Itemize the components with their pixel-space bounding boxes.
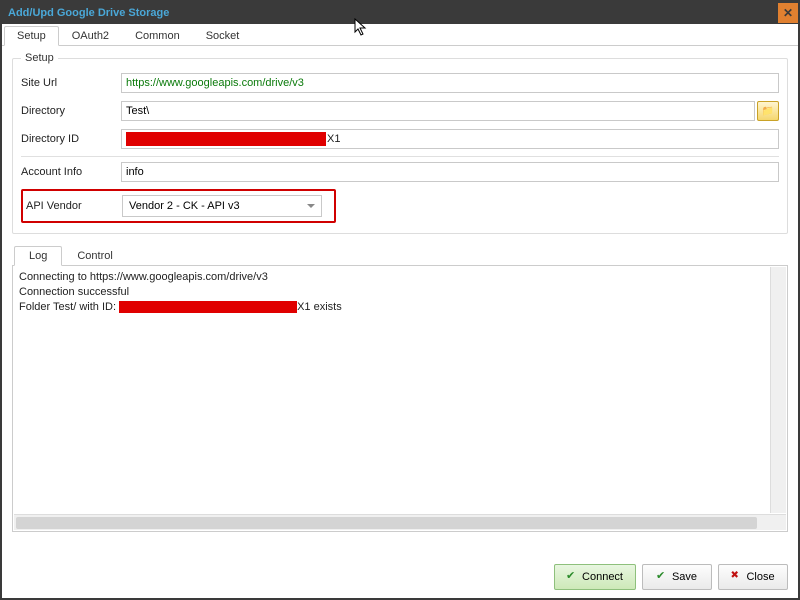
log-text: Folder Test/ with ID: (19, 301, 119, 313)
main-tabbar: Setup OAuth2 Common Socket (2, 24, 798, 46)
directory-id-suffix: X1 (327, 133, 340, 145)
save-button[interactable]: Save (642, 564, 712, 590)
log-line: Connecting to https://www.googleapis.com… (19, 270, 781, 285)
directory-label: Directory (21, 105, 121, 117)
setup-legend: Setup (21, 52, 58, 64)
tab-oauth2[interactable]: OAuth2 (59, 26, 122, 45)
tab-setup[interactable]: Setup (4, 26, 59, 46)
close-icon (731, 572, 741, 582)
sub-tabbar: Log Control (12, 244, 788, 266)
log-text: X1 exists (297, 301, 342, 313)
save-label: Save (672, 571, 697, 583)
log-line: Connection successful (19, 285, 781, 300)
window-title: Add/Upd Google Drive Storage (8, 7, 169, 19)
setup-fieldset: Setup Site Url Directory 📁 Directory ID … (12, 52, 788, 234)
horizontal-scrollbar[interactable] (14, 514, 786, 530)
check-icon (567, 572, 577, 582)
content-area: Setup Site Url Directory 📁 Directory ID … (2, 46, 798, 532)
close-icon: ✕ (783, 6, 793, 20)
subtab-log[interactable]: Log (14, 246, 62, 266)
close-label: Close (746, 571, 774, 583)
vertical-scrollbar[interactable] (770, 267, 786, 513)
api-vendor-select[interactable]: Vendor 2 - CK - API v3 (122, 195, 322, 217)
site-url-input[interactable] (121, 73, 779, 93)
directory-id-input[interactable]: X1 (121, 129, 779, 149)
directory-input[interactable] (121, 101, 755, 121)
button-row: Connect Save Close (554, 564, 788, 590)
tab-socket[interactable]: Socket (193, 26, 253, 45)
api-vendor-label: API Vendor (26, 200, 122, 212)
api-vendor-value: Vendor 2 - CK - API v3 (129, 200, 240, 212)
account-info-label: Account Info (21, 166, 121, 178)
log-area: Connecting to https://www.googleapis.com… (12, 266, 788, 532)
redacted-block (126, 132, 326, 146)
connect-button[interactable]: Connect (554, 564, 636, 590)
divider (21, 156, 779, 157)
close-button[interactable]: Close (718, 564, 788, 590)
titlebar: Add/Upd Google Drive Storage ✕ (2, 2, 798, 24)
connect-label: Connect (582, 571, 623, 583)
site-url-label: Site Url (21, 77, 121, 89)
window-close-button[interactable]: ✕ (778, 3, 798, 23)
redacted-block (119, 301, 297, 313)
account-info-input[interactable] (121, 162, 779, 182)
api-vendor-row: API Vendor Vendor 2 - CK - API v3 (21, 189, 336, 223)
subtab-control[interactable]: Control (62, 246, 127, 265)
folder-icon: 📁 (762, 106, 774, 117)
browse-folder-button[interactable]: 📁 (757, 101, 779, 121)
log-line: Folder Test/ with ID: X1 exists (19, 300, 781, 315)
chevron-down-icon (307, 204, 315, 208)
tab-common[interactable]: Common (122, 26, 193, 45)
check-icon (657, 572, 667, 582)
directory-id-label: Directory ID (21, 133, 121, 145)
scroll-thumb[interactable] (16, 517, 757, 529)
